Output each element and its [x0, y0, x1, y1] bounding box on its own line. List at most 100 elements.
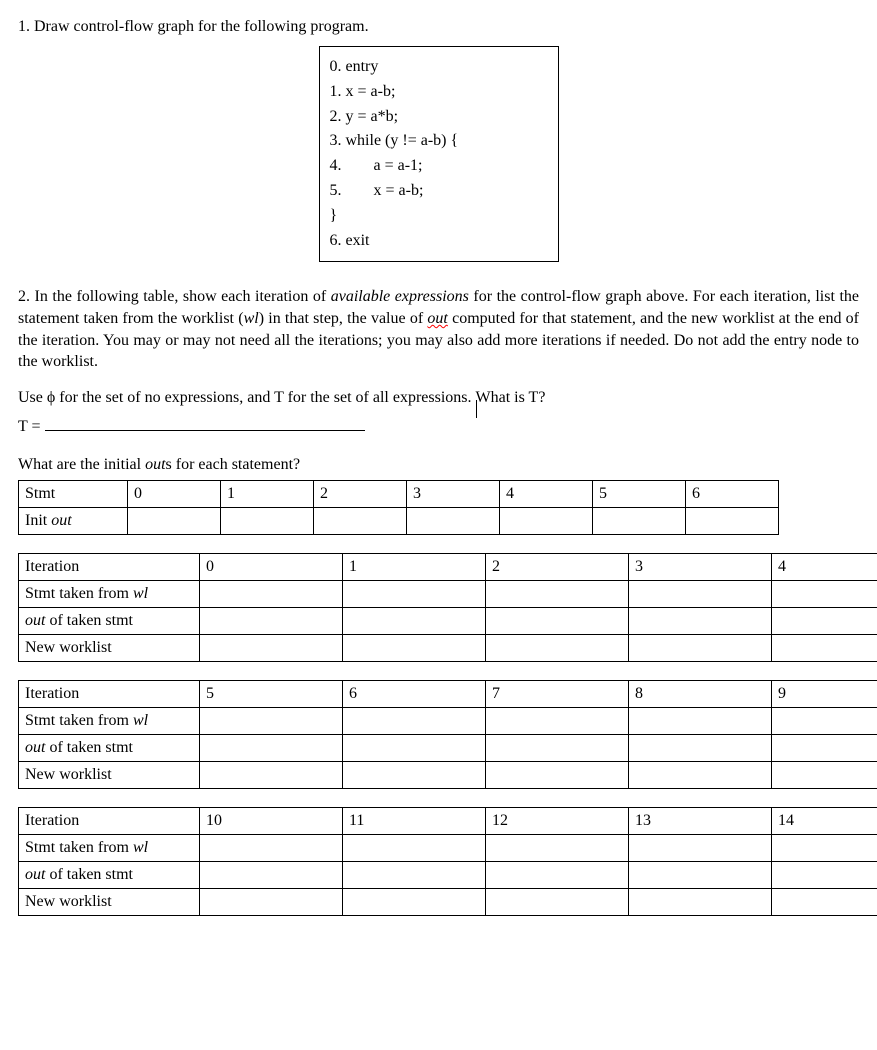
cell[interactable] — [343, 834, 486, 861]
cell: 6 — [686, 480, 779, 507]
table-row: New worklist — [19, 761, 877, 788]
row-label: Iteration — [19, 553, 200, 580]
cell: 4 — [500, 480, 593, 507]
q1-prompt: 1. Draw control-flow graph for the follo… — [18, 18, 859, 36]
answer-blank[interactable] — [45, 414, 365, 431]
cell[interactable] — [200, 861, 343, 888]
iteration-table: Iteration1011121314Stmt taken from wlout… — [18, 807, 877, 916]
table-row: out of taken stmt — [19, 607, 877, 634]
cell[interactable] — [200, 580, 343, 607]
cell[interactable] — [686, 507, 779, 534]
cell[interactable] — [772, 761, 877, 788]
cell[interactable] — [772, 580, 877, 607]
cell: 10 — [200, 807, 343, 834]
cell[interactable] — [200, 707, 343, 734]
cell[interactable] — [486, 761, 629, 788]
cell[interactable] — [343, 734, 486, 761]
cell[interactable] — [128, 507, 221, 534]
row-label: Stmt taken from wl — [19, 707, 200, 734]
cell[interactable] — [772, 634, 877, 661]
code-line: 6. exit — [330, 229, 548, 254]
text: Init — [25, 512, 51, 529]
cell[interactable] — [629, 734, 772, 761]
text: s for each statement? — [166, 456, 301, 473]
cell[interactable] — [486, 634, 629, 661]
cell[interactable] — [343, 707, 486, 734]
text: of taken stmt — [45, 866, 133, 883]
text-italic: wl — [244, 310, 259, 327]
cell[interactable] — [200, 607, 343, 634]
text-italic: wl — [133, 585, 148, 602]
cell[interactable] — [629, 607, 772, 634]
code-box: 0. entry 1. x = a-b; 2. y = a*b; 3. whil… — [319, 46, 559, 262]
cell[interactable] — [343, 861, 486, 888]
text: Stmt taken from — [25, 585, 133, 602]
text-italic: out — [25, 866, 45, 883]
row-label: out of taken stmt — [19, 607, 200, 634]
text: Stmt taken from — [25, 712, 133, 729]
cell[interactable] — [343, 634, 486, 661]
cell[interactable] — [629, 761, 772, 788]
row-label: New worklist — [19, 888, 200, 915]
cell[interactable] — [314, 507, 407, 534]
q2-paragraph: 2. In the following table, show each ite… — [18, 286, 859, 372]
cell[interactable] — [200, 734, 343, 761]
cell[interactable] — [407, 507, 500, 534]
init-out-table: Stmt 0 1 2 3 4 5 6 Init out — [18, 480, 779, 535]
text-italic: wl — [133, 712, 148, 729]
cell[interactable] — [343, 607, 486, 634]
table-row: out of taken stmt — [19, 734, 877, 761]
cell[interactable] — [772, 888, 877, 915]
cell: 1 — [221, 480, 314, 507]
row-label: out of taken stmt — [19, 861, 200, 888]
iteration-table: Iteration01234Stmt taken from wlout of t… — [18, 553, 877, 662]
cell[interactable] — [772, 861, 877, 888]
cell[interactable] — [486, 607, 629, 634]
text: New worklist — [25, 639, 112, 656]
cell[interactable] — [343, 888, 486, 915]
text-italic: wl — [133, 839, 148, 856]
cell[interactable] — [629, 861, 772, 888]
cell[interactable] — [629, 888, 772, 915]
cell: 5 — [593, 480, 686, 507]
cell[interactable] — [343, 761, 486, 788]
code-line: 0. entry — [330, 55, 548, 80]
cell[interactable] — [486, 834, 629, 861]
cell[interactable] — [200, 834, 343, 861]
cell[interactable] — [343, 580, 486, 607]
cell[interactable] — [500, 507, 593, 534]
cell: 7 — [486, 680, 629, 707]
cell[interactable] — [629, 707, 772, 734]
cell: 11 — [343, 807, 486, 834]
cell[interactable] — [486, 888, 629, 915]
cell: 0 — [128, 480, 221, 507]
cell[interactable] — [200, 888, 343, 915]
cell[interactable] — [772, 707, 877, 734]
cell[interactable] — [772, 734, 877, 761]
cell[interactable] — [200, 761, 343, 788]
cell[interactable] — [593, 507, 686, 534]
cell[interactable] — [486, 861, 629, 888]
cell: 3 — [629, 553, 772, 580]
cell[interactable] — [772, 607, 877, 634]
cell: 0 — [200, 553, 343, 580]
code-line: 5. x = a-b; — [330, 179, 548, 204]
cell[interactable] — [200, 634, 343, 661]
cell[interactable] — [486, 734, 629, 761]
cell: 13 — [629, 807, 772, 834]
cell[interactable] — [221, 507, 314, 534]
t-question: Use ϕ for the set of no expressions, and… — [18, 387, 859, 409]
cell[interactable] — [629, 634, 772, 661]
table-row: New worklist — [19, 888, 877, 915]
cell[interactable] — [629, 834, 772, 861]
text-italic: available expressions — [331, 288, 469, 305]
cell[interactable] — [772, 834, 877, 861]
text: T = — [18, 418, 45, 435]
cell[interactable] — [629, 580, 772, 607]
code-line: 4. a = a-1; — [330, 154, 548, 179]
cell[interactable] — [486, 580, 629, 607]
row-label: Stmt — [19, 480, 128, 507]
cell[interactable] — [486, 707, 629, 734]
row-label: out of taken stmt — [19, 734, 200, 761]
code-line: } — [330, 204, 548, 229]
